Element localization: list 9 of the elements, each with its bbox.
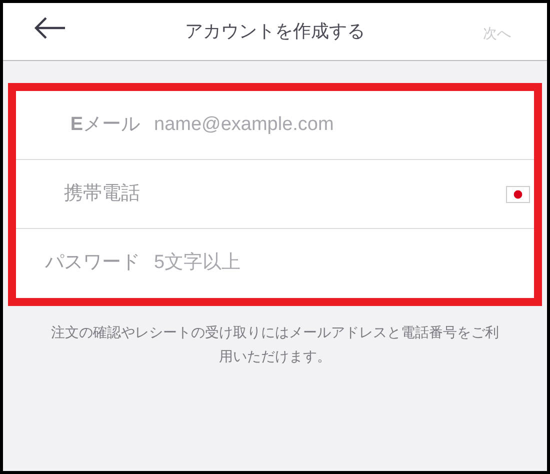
info-text: 注文の確認やレシートの受け取りにはメールアドレスと電話番号をご利用いただけます。: [50, 323, 500, 366]
back-arrow-icon[interactable]: [33, 16, 67, 40]
field-label: Eメール: [69, 112, 140, 137]
screen-title: アカウントを作成する: [185, 20, 365, 43]
flag-icon[interactable]: [506, 186, 530, 202]
email-field[interactable]: name@example.com: [154, 110, 534, 140]
password-field[interactable]: 5文字以上: [154, 249, 534, 278]
field-label: パスワード: [44, 251, 140, 276]
field-label: 携帯電話: [63, 182, 140, 206]
